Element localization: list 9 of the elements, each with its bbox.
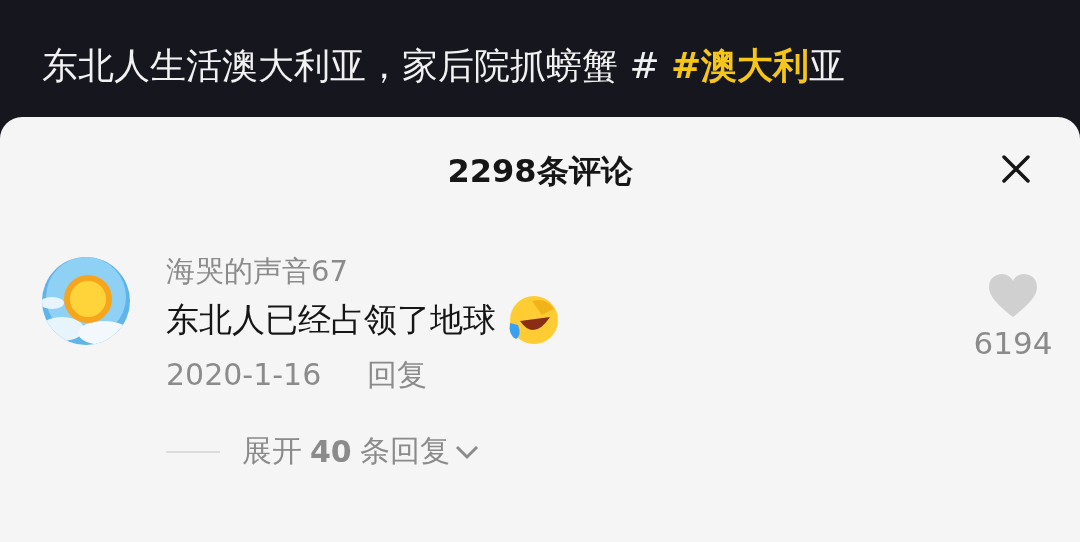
close-icon xyxy=(1001,154,1031,184)
username[interactable]: 海哭的声音67 xyxy=(166,251,968,291)
video-caption: 东北人生活澳大利亚，家后院抓螃蟹 # #澳大利亚 xyxy=(42,44,846,88)
expand-replies-button[interactable]: 展开 40 条回复 xyxy=(242,431,482,472)
comments-title: 2298条评论 xyxy=(447,151,633,192)
comment-date: 2020-1-16 xyxy=(166,356,322,394)
comment-text: 东北人已经占领了地球 xyxy=(166,299,496,341)
reply-button[interactable]: 回复 xyxy=(367,353,428,397)
like-count: 6194 xyxy=(973,325,1053,361)
